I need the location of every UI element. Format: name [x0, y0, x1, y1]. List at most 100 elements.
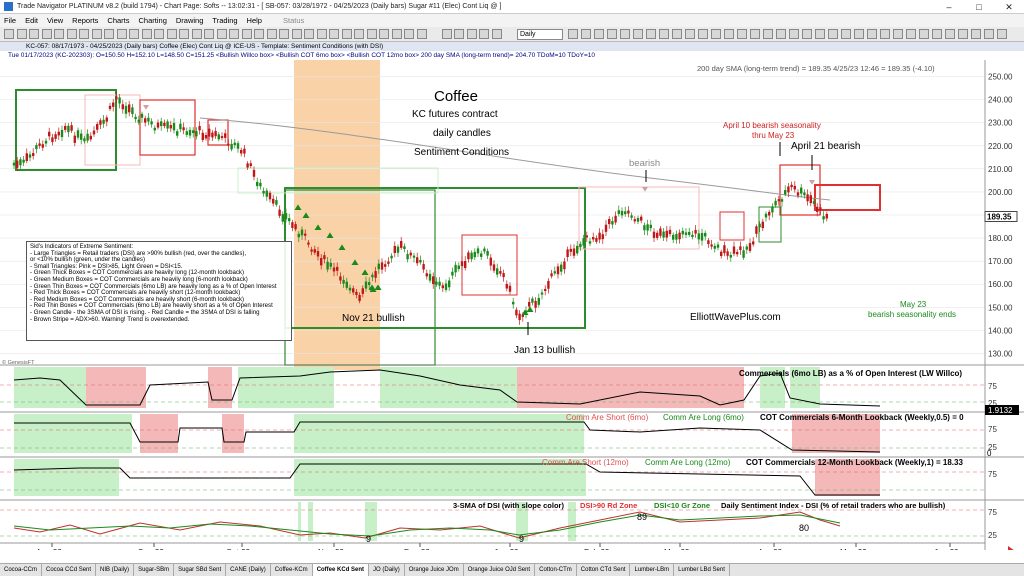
toolbar-button-icon[interactable] — [750, 29, 760, 39]
toolbar-button-icon[interactable] — [594, 29, 604, 39]
toolbar-button-icon[interactable] — [154, 29, 164, 39]
toolbar-button-icon[interactable] — [841, 29, 851, 39]
toolbar-button-icon[interactable] — [304, 29, 314, 39]
chart-tab[interactable]: Cotton CTd Sent — [577, 564, 631, 576]
toolbar-button-icon[interactable] — [279, 29, 289, 39]
toolbar-button-icon[interactable] — [354, 29, 364, 39]
menu-drawing[interactable]: Drawing — [176, 16, 204, 25]
toolbar-button-icon[interactable] — [466, 29, 477, 39]
toolbar-button-icon[interactable] — [129, 29, 139, 39]
toolbar-button-icon[interactable] — [711, 29, 721, 39]
toolbar-button-icon[interactable] — [116, 29, 127, 39]
toolbar-button-icon[interactable] — [54, 29, 64, 39]
toolbar-button-icon[interactable] — [620, 29, 630, 39]
close-button[interactable]: ✕ — [994, 0, 1024, 14]
toolbar-button-icon[interactable] — [789, 29, 799, 39]
menu-file[interactable]: File — [4, 16, 16, 25]
toolbar-button-icon[interactable] — [646, 29, 656, 39]
toolbar-button-icon[interactable] — [41, 29, 52, 39]
minimize-button[interactable]: – — [934, 0, 964, 14]
toolbar-button-icon[interactable] — [441, 29, 452, 39]
toolbar-button-icon[interactable] — [454, 29, 464, 39]
toolbar-button-icon[interactable] — [893, 29, 903, 39]
chart-tab[interactable]: Orange Juice JOm — [405, 564, 464, 576]
toolbar-button-icon[interactable] — [698, 29, 708, 39]
toolbar-button-icon[interactable] — [971, 29, 981, 39]
toolbar-button-icon[interactable] — [216, 29, 227, 39]
toolbar-button-icon[interactable] — [906, 29, 916, 39]
toolbar-button-icon[interactable] — [958, 29, 968, 39]
toolbar-button-icon[interactable] — [854, 29, 864, 39]
chart-tab[interactable]: Sugar SBd Sent — [174, 564, 227, 576]
chart-tab[interactable]: Cocoa CCd Sent — [42, 564, 97, 576]
toolbar-button-icon[interactable] — [241, 29, 252, 39]
toolbar-button-icon[interactable] — [416, 29, 427, 39]
toolbar-button-icon[interactable] — [607, 29, 617, 39]
toolbar-button-icon[interactable] — [763, 29, 773, 39]
toolbar-button-icon[interactable] — [341, 29, 352, 39]
toolbar-button-icon[interactable] — [29, 29, 39, 39]
toolbar-button-icon[interactable] — [316, 29, 327, 39]
toolbar-button-icon[interactable] — [491, 29, 502, 39]
toolbar-button-icon[interactable] — [932, 29, 942, 39]
toolbar-button-icon[interactable] — [568, 29, 578, 39]
toolbar-button-icon[interactable] — [166, 29, 177, 39]
toolbar-button-icon[interactable] — [141, 29, 152, 39]
toolbar-button-icon[interactable] — [984, 29, 994, 39]
toolbar-button-icon[interactable] — [815, 29, 825, 39]
menu-edit[interactable]: Edit — [25, 16, 38, 25]
toolbar-button-icon[interactable] — [945, 29, 955, 39]
toolbar-button-icon[interactable] — [79, 29, 89, 39]
toolbar-button-icon[interactable] — [828, 29, 838, 39]
chart-tab[interactable]: Cotton-CTm — [535, 564, 577, 576]
chart-tab[interactable]: JO (Daily) — [369, 564, 405, 576]
toolbar-button-icon[interactable] — [254, 29, 264, 39]
toolbar-button-icon[interactable] — [867, 29, 877, 39]
period-select[interactable]: Daily — [517, 29, 563, 40]
toolbar-button-icon[interactable] — [997, 29, 1007, 39]
menu-trading[interactable]: Trading — [212, 16, 237, 25]
toolbar-button-icon[interactable] — [776, 29, 786, 39]
chart-tab[interactable]: Sugar-SBm — [134, 564, 175, 576]
toolbar-button-icon[interactable] — [191, 29, 202, 39]
chart-tab[interactable]: Orange Juice OJd Sent — [464, 564, 536, 576]
toolbar-button-icon[interactable] — [366, 29, 377, 39]
toolbar-button-icon[interactable] — [391, 29, 402, 39]
toolbar-button-icon[interactable] — [724, 29, 734, 39]
toolbar-button-icon[interactable] — [4, 29, 14, 39]
toolbar-button-icon[interactable] — [919, 29, 929, 39]
toolbar-button-icon[interactable] — [91, 29, 102, 39]
toolbar-button-icon[interactable] — [737, 29, 747, 39]
toolbar-button-icon[interactable] — [659, 29, 669, 39]
toolbar-button-icon[interactable] — [204, 29, 214, 39]
menu-help[interactable]: Help — [247, 16, 262, 25]
chart-tab[interactable]: NIB (Daily) — [96, 564, 135, 576]
toolbar-button-icon[interactable] — [880, 29, 890, 39]
toolbar-button-icon[interactable] — [672, 29, 682, 39]
menu-charts[interactable]: Charts — [107, 16, 129, 25]
chart-tab[interactable]: CANE (Daily) — [226, 564, 271, 576]
toolbar-button-icon[interactable] — [104, 29, 114, 39]
toolbar-button-icon[interactable] — [266, 29, 277, 39]
toolbar-button-icon[interactable] — [329, 29, 339, 39]
toolbar-button-icon[interactable] — [179, 29, 189, 39]
menu-status[interactable]: Status — [283, 16, 304, 25]
maximize-button[interactable]: □ — [964, 0, 994, 14]
menu-reports[interactable]: Reports — [72, 16, 98, 25]
toolbar-button-icon[interactable] — [479, 29, 489, 39]
toolbar-button-icon[interactable] — [16, 29, 27, 39]
toolbar-button-icon[interactable] — [66, 29, 77, 39]
chart-tab[interactable]: Coffee KCd Sent — [312, 564, 370, 576]
chart-tab[interactable]: Lumber LBd Sent — [674, 564, 730, 576]
toolbar-button-icon[interactable] — [581, 29, 591, 39]
chart-tab[interactable]: Coffee-KCm — [271, 564, 313, 576]
toolbar-button-icon[interactable] — [404, 29, 414, 39]
menu-charting[interactable]: Charting — [139, 16, 167, 25]
menu-view[interactable]: View — [47, 16, 63, 25]
toolbar-button-icon[interactable] — [291, 29, 302, 39]
toolbar-button-icon[interactable] — [229, 29, 239, 39]
chart-tab[interactable]: Lumber-LBm — [630, 564, 675, 576]
toolbar-button-icon[interactable] — [685, 29, 695, 39]
chart-tab[interactable]: Cocoa-CCm — [0, 564, 43, 576]
chart-area[interactable]: 250.00240.00230.00220.00210.00200.00190.… — [0, 60, 1024, 560]
